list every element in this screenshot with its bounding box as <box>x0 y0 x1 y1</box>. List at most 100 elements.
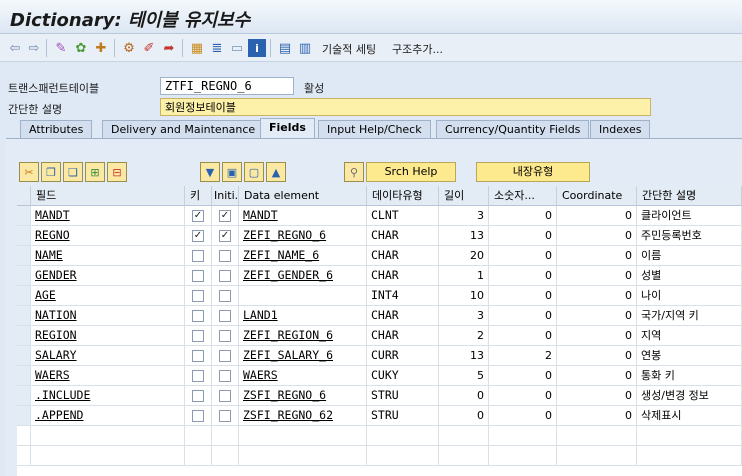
table-row[interactable]: SALARY ZEFI_SALARY_6 CURR 13 2 0 연봉 <box>17 346 742 366</box>
coordinate-cell[interactable] <box>557 446 637 465</box>
field-name-cell[interactable]: NAME <box>31 246 185 265</box>
data-element-cell[interactable]: ZEFI_REGION_6 <box>239 326 367 345</box>
sort-up-icon[interactable]: ▲ <box>266 162 286 182</box>
data-element-cell[interactable]: ZEFI_GENDER_6 <box>239 266 367 285</box>
info-icon[interactable]: i <box>248 39 266 57</box>
length-cell[interactable]: 13 <box>439 346 489 365</box>
field-name-cell[interactable]: WAERS <box>31 366 185 385</box>
short-description-cell[interactable]: 지역 <box>637 326 742 345</box>
coordinate-cell[interactable]: 0 <box>557 306 637 325</box>
check-icon[interactable]: ⚙ <box>120 39 138 57</box>
short-description-cell[interactable]: 주민등록번호 <box>637 226 742 245</box>
length-cell[interactable]: 13 <box>439 226 489 245</box>
back-arrow-icon[interactable]: ⇦ <box>6 39 24 57</box>
table-row[interactable] <box>17 426 742 446</box>
short-description-cell[interactable]: 나이 <box>637 286 742 305</box>
short-description-cell[interactable]: 생성/변경 정보 <box>637 386 742 405</box>
key-checkbox[interactable] <box>192 390 204 402</box>
insert-row-icon[interactable]: ⊞ <box>85 162 105 182</box>
decimals-cell[interactable]: 0 <box>489 266 557 285</box>
column-header-field[interactable]: 필드 <box>31 186 185 206</box>
column-header-decimals[interactable]: 소숫자... <box>489 186 557 206</box>
coordinate-cell[interactable]: 0 <box>557 206 637 225</box>
field-name-cell[interactable]: SALARY <box>31 346 185 365</box>
row-selector[interactable] <box>17 326 31 345</box>
data-element-cell[interactable] <box>239 446 367 465</box>
data-type-cell[interactable]: CLNT <box>367 206 439 225</box>
decimals-cell[interactable]: 0 <box>489 246 557 265</box>
coordinate-cell[interactable]: 0 <box>557 326 637 345</box>
key-checkbox[interactable]: ✓ <box>192 210 204 222</box>
coordinate-cell[interactable]: 0 <box>557 226 637 245</box>
key-checkbox[interactable] <box>192 410 204 422</box>
data-type-cell[interactable]: CUKY <box>367 366 439 385</box>
column-header-key[interactable]: 키 <box>185 186 212 206</box>
column-header-initial[interactable]: Initi... <box>212 186 239 206</box>
data-type-cell[interactable]: CHAR <box>367 246 439 265</box>
initial-value-checkbox[interactable] <box>219 270 231 282</box>
data-element-cell[interactable]: LAND1 <box>239 306 367 325</box>
length-cell[interactable]: 3 <box>439 306 489 325</box>
table-row[interactable] <box>17 446 742 466</box>
row-selector[interactable] <box>17 246 31 265</box>
field-name-cell[interactable]: GENDER <box>31 266 185 285</box>
column-header-length[interactable]: 길이 <box>439 186 489 206</box>
table-row[interactable]: REGNO ✓ ✓ ZEFI_REGNO_6 CHAR 13 0 0 주민등록번호 <box>17 226 742 246</box>
length-cell[interactable]: 3 <box>439 206 489 225</box>
search-help-icon[interactable]: ⚲ <box>344 162 364 182</box>
data-type-cell[interactable]: CHAR <box>367 226 439 245</box>
row-selector[interactable] <box>17 306 31 325</box>
table-row[interactable]: WAERS WAERS CUKY 5 0 0 통화 키 <box>17 366 742 386</box>
tab-input-help-check[interactable]: Input Help/Check <box>318 120 431 138</box>
key-checkbox[interactable] <box>192 270 204 282</box>
data-type-cell[interactable] <box>367 446 439 465</box>
cut-icon[interactable]: ✂ <box>19 162 39 182</box>
short-description-cell[interactable]: 이름 <box>637 246 742 265</box>
data-type-cell[interactable] <box>367 426 439 445</box>
row-selector[interactable] <box>17 366 31 385</box>
table-row[interactable]: GENDER ZEFI_GENDER_6 CHAR 1 0 0 성별 <box>17 266 742 286</box>
decimals-cell[interactable]: 0 <box>489 206 557 225</box>
data-type-cell[interactable]: CHAR <box>367 326 439 345</box>
coordinate-cell[interactable]: 0 <box>557 386 637 405</box>
data-element-cell[interactable]: ZSFI_REGNO_62 <box>239 406 367 425</box>
search-help-button[interactable]: Srch Help <box>366 162 456 182</box>
length-cell[interactable]: 2 <box>439 326 489 345</box>
tab-currency-quantity-fields[interactable]: Currency/Quantity Fields <box>436 120 590 138</box>
length-cell[interactable] <box>439 446 489 465</box>
table-row[interactable]: NAME ZEFI_NAME_6 CHAR 20 0 0 이름 <box>17 246 742 266</box>
key-checkbox[interactable] <box>192 370 204 382</box>
decimals-cell[interactable]: 0 <box>489 306 557 325</box>
initial-value-checkbox[interactable]: ✓ <box>219 230 231 242</box>
table-name-field[interactable]: ZTFI_REGNO_6 <box>160 77 294 95</box>
data-type-cell[interactable]: CURR <box>367 346 439 365</box>
tab-fields[interactable]: Fields <box>260 118 315 138</box>
coordinate-cell[interactable]: 0 <box>557 346 637 365</box>
initial-value-checkbox[interactable] <box>219 410 231 422</box>
short-description-cell[interactable]: 통화 키 <box>637 366 742 385</box>
decimals-cell[interactable]: 0 <box>489 386 557 405</box>
active-inactive-icon[interactable]: ✿ <box>72 39 90 57</box>
row-selector[interactable] <box>17 386 31 405</box>
field-name-cell[interactable]: AGE <box>31 286 185 305</box>
field-name-cell[interactable]: REGNO <box>31 226 185 245</box>
decimals-cell[interactable] <box>489 446 557 465</box>
data-element-cell[interactable]: MANDT <box>239 206 367 225</box>
row-selector[interactable] <box>17 426 31 445</box>
length-cell[interactable]: 1 <box>439 266 489 285</box>
data-type-cell[interactable]: CHAR <box>367 266 439 285</box>
row-selector[interactable] <box>17 446 31 465</box>
coordinate-cell[interactable]: 0 <box>557 406 637 425</box>
row-selector[interactable] <box>17 406 31 425</box>
field-name-cell[interactable]: REGION <box>31 326 185 345</box>
table-view-icon[interactable]: ▥ <box>296 39 314 57</box>
initial-value-checkbox[interactable] <box>219 370 231 382</box>
tab-delivery-maintenance[interactable]: Delivery and Maintenance <box>102 120 265 138</box>
decimals-cell[interactable]: 0 <box>489 406 557 425</box>
coordinate-cell[interactable]: 0 <box>557 266 637 285</box>
table-row[interactable]: REGION ZEFI_REGION_6 CHAR 2 0 0 지역 <box>17 326 742 346</box>
data-element-cell[interactable] <box>239 286 367 305</box>
length-cell[interactable]: 20 <box>439 246 489 265</box>
data-element-cell[interactable]: ZEFI_SALARY_6 <box>239 346 367 365</box>
data-element-cell[interactable]: WAERS <box>239 366 367 385</box>
